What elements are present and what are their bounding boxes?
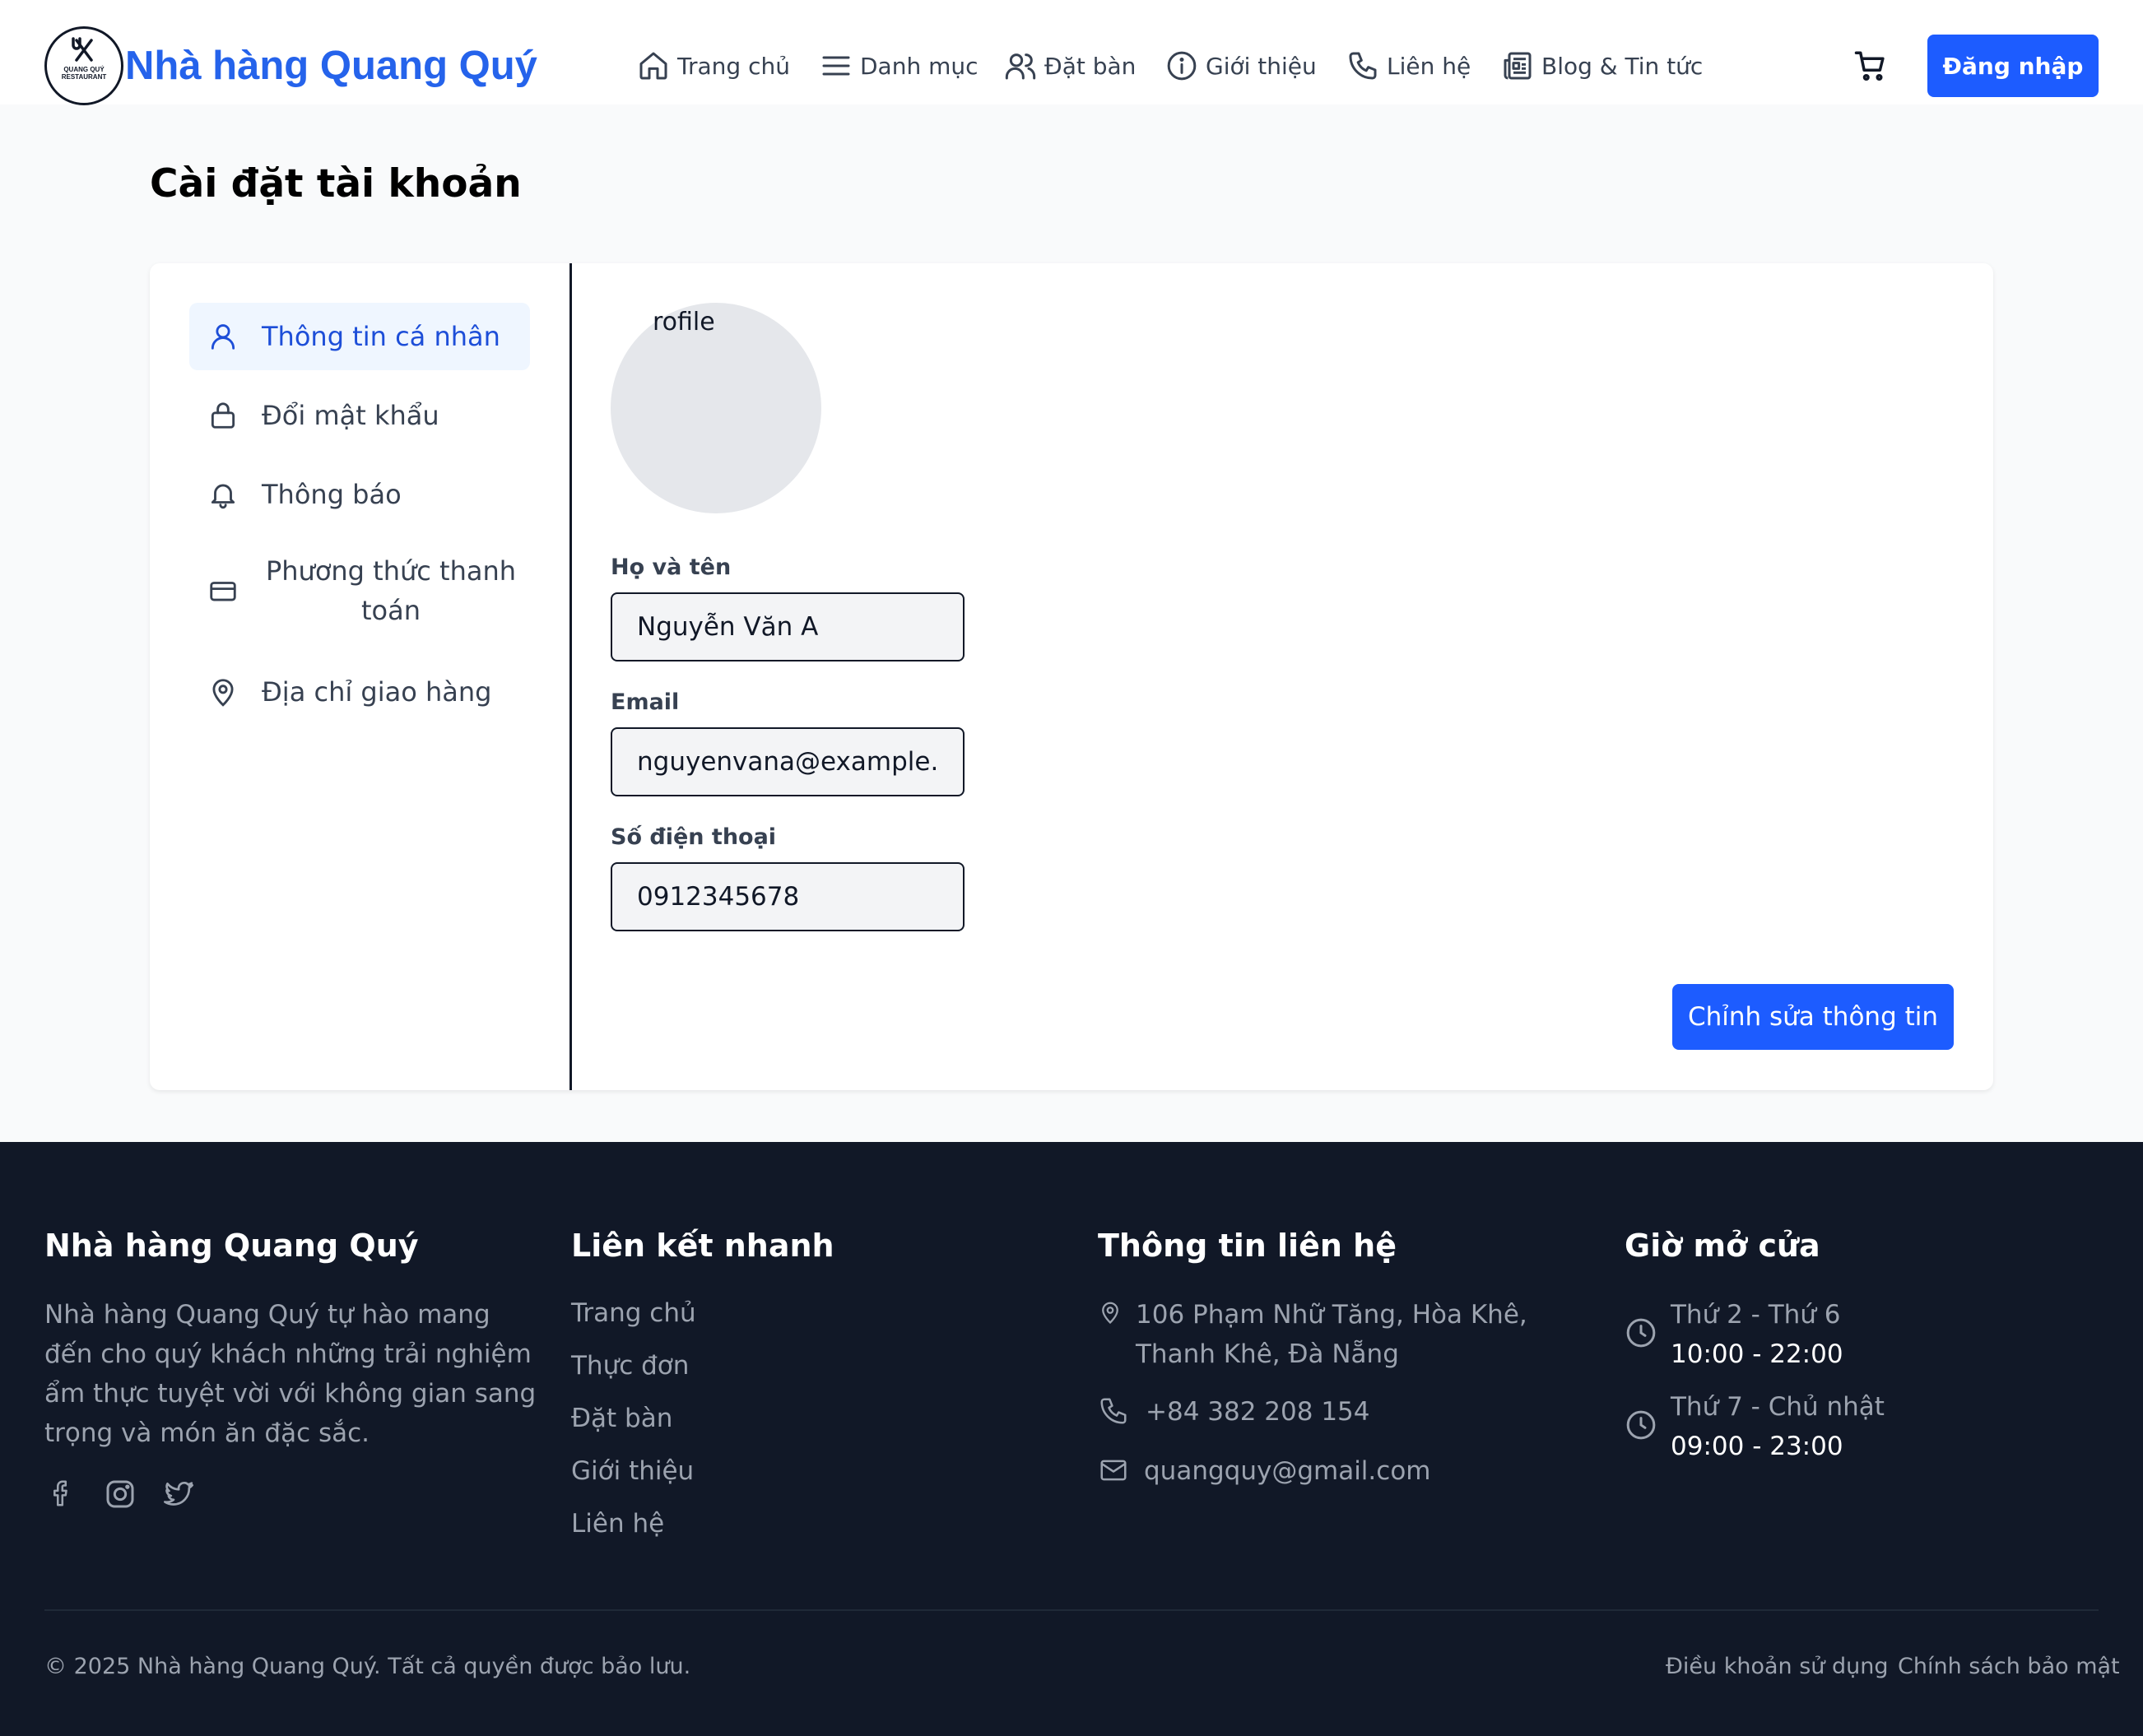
footer-link-menu[interactable]: Thực đơn xyxy=(571,1351,689,1381)
logo-text-line1: QUANG QUÝ xyxy=(63,66,105,73)
hours-days-weekday: Thứ 2 - Thứ 6 xyxy=(1671,1300,1841,1330)
brand-name[interactable]: Nhà hàng Quang Quý xyxy=(125,43,537,89)
footer-contact-title: Thông tin liên hệ xyxy=(1098,1228,1397,1264)
nav-label: Danh mục xyxy=(860,52,979,80)
nav-label: Giới thiệu xyxy=(1206,52,1317,80)
login-button[interactable]: Đăng nhập xyxy=(1927,35,2099,97)
sidebar-item-password[interactable]: Đổi mật khẩu xyxy=(189,382,530,449)
email-input[interactable] xyxy=(611,727,965,796)
terms-link[interactable]: Điều khoản sử dụng xyxy=(1666,1654,1889,1679)
clock-icon xyxy=(1626,1318,1656,1348)
sidebar-item-label: Thông báo xyxy=(262,479,402,510)
sidebar-item-profile[interactable]: Thông tin cá nhân xyxy=(189,303,530,370)
footer-address: 106 Phạm Nhữ Tăng, Hòa Khê, Thanh Khê, Đ… xyxy=(1136,1300,1527,1369)
sidebar-divider xyxy=(569,263,572,1090)
nav-label: Blog & Tin tức xyxy=(1541,52,1704,80)
email-label: Email xyxy=(611,689,680,715)
nav-item-blog[interactable]: Blog & Tin tức xyxy=(1501,48,1703,84)
cart-button[interactable] xyxy=(1853,49,1888,83)
settings-card: Thông tin cá nhân Đổi mật khẩu Thông báo… xyxy=(150,263,1993,1090)
user-icon xyxy=(211,324,235,350)
footer-about-title: Nhà hàng Quang Quý xyxy=(44,1228,419,1264)
sidebar-item-payment[interactable]: Phương thức thanh toán xyxy=(189,540,530,642)
nav-label: Trang chủ xyxy=(677,52,790,80)
restaurant-logo[interactable]: QUANG QUÝ RESTAURANT xyxy=(44,26,123,105)
sidebar-item-label: Thông tin cá nhân xyxy=(262,321,500,352)
nav-item-categories[interactable]: Danh mục xyxy=(820,48,979,84)
footer-about-description: Nhà hàng Quang Quý tự hào mang đến cho q… xyxy=(44,1300,537,1448)
hours-time-weekend: 09:00 - 23:00 xyxy=(1671,1432,1843,1461)
home-icon xyxy=(639,52,667,80)
footer-address-pin xyxy=(1098,1300,1123,1325)
page-title: Cài đặt tài khoản xyxy=(150,161,522,207)
hours-time-weekday: 10:00 - 22:00 xyxy=(1671,1339,1843,1369)
footer-phone[interactable]: +84 382 208 154 xyxy=(1146,1392,1370,1432)
mail-icon xyxy=(1100,1460,1127,1481)
hours-clock-1 xyxy=(1625,1316,1657,1349)
footer-link-about[interactable]: Giới thiệu xyxy=(571,1456,694,1486)
phone-input[interactable] xyxy=(611,862,965,931)
footer-email[interactable]: quangquy@gmail.com xyxy=(1144,1451,1430,1491)
bell-icon xyxy=(211,484,235,509)
sidebar-item-label: Phương thức thanh toán xyxy=(265,555,517,626)
nav-item-booking[interactable]: Đặt bàn xyxy=(1004,48,1136,84)
hours-days-weekend: Thứ 7 - Chủ nhật xyxy=(1671,1392,1885,1422)
site-header: QUANG QUÝ RESTAURANT Nhà hàng Quang Quý … xyxy=(0,0,2143,105)
footer-email-icon-wrap xyxy=(1098,1455,1129,1486)
site-footer: Nhà hàng Quang Quý Nhà hàng Quang Quý tự… xyxy=(0,1142,2143,1736)
map-pin-icon xyxy=(212,679,234,707)
hours-clock-2 xyxy=(1625,1409,1657,1441)
phone-icon xyxy=(1100,1398,1127,1424)
fullname-label: Họ và tên xyxy=(611,555,732,580)
cart-icon xyxy=(1854,51,1885,81)
nav-label: Liên hệ xyxy=(1387,52,1471,80)
map-pin-icon xyxy=(1102,1302,1118,1325)
users-icon xyxy=(1005,53,1036,80)
facebook-link[interactable] xyxy=(46,1478,77,1509)
sidebar-item-address[interactable]: Địa chỉ giao hàng xyxy=(189,658,530,726)
nav-item-contact[interactable]: Liên hệ xyxy=(1346,48,1471,84)
twitter-icon xyxy=(164,1481,194,1506)
avatar-alt-text: rofile xyxy=(653,308,715,337)
footer-divider xyxy=(44,1609,2099,1611)
instagram-icon xyxy=(106,1480,134,1508)
lock-icon xyxy=(211,402,235,429)
privacy-link[interactable]: Chính sách bảo mật xyxy=(1898,1654,2120,1679)
phone-icon xyxy=(1349,52,1377,80)
profile-avatar[interactable] xyxy=(611,303,821,513)
nav-item-about[interactable]: Giới thiệu xyxy=(1165,48,1317,84)
footer-link-contact[interactable]: Liên hệ xyxy=(571,1509,664,1539)
footer-hours-title: Giờ mở cửa xyxy=(1625,1228,1820,1264)
footer-links-title: Liên kết nhanh xyxy=(571,1228,834,1264)
nav-item-home[interactable]: Trang chủ xyxy=(637,48,790,84)
phone-label: Số điện thoại xyxy=(611,824,777,850)
footer-link-booking[interactable]: Đặt bàn xyxy=(571,1404,672,1433)
facebook-icon xyxy=(53,1480,67,1506)
instagram-link[interactable] xyxy=(104,1478,137,1511)
twitter-link[interactable] xyxy=(161,1478,196,1511)
copyright: © 2025 Nhà hàng Quang Quý. Tất cả quyền … xyxy=(44,1654,691,1679)
credit-card-icon xyxy=(210,582,236,601)
sidebar-item-notifications[interactable]: Thông báo xyxy=(189,461,530,528)
newspaper-icon xyxy=(1504,52,1532,80)
clock-icon xyxy=(1626,1410,1656,1440)
edit-profile-button[interactable]: Chỉnh sửa thông tin xyxy=(1672,984,1954,1050)
footer-phone-icon-wrap xyxy=(1098,1395,1129,1427)
sidebar-item-label: Địa chỉ giao hàng xyxy=(262,676,492,708)
fullname-input[interactable] xyxy=(611,592,965,661)
footer-link-home[interactable]: Trang chủ xyxy=(571,1298,696,1328)
info-icon xyxy=(1167,51,1197,81)
logo-text-line2: RESTAURANT xyxy=(61,73,107,81)
nav-label: Đặt bàn xyxy=(1044,52,1137,80)
menu-lines-icon xyxy=(822,56,850,76)
sidebar-item-label: Đổi mật khẩu xyxy=(262,400,439,431)
